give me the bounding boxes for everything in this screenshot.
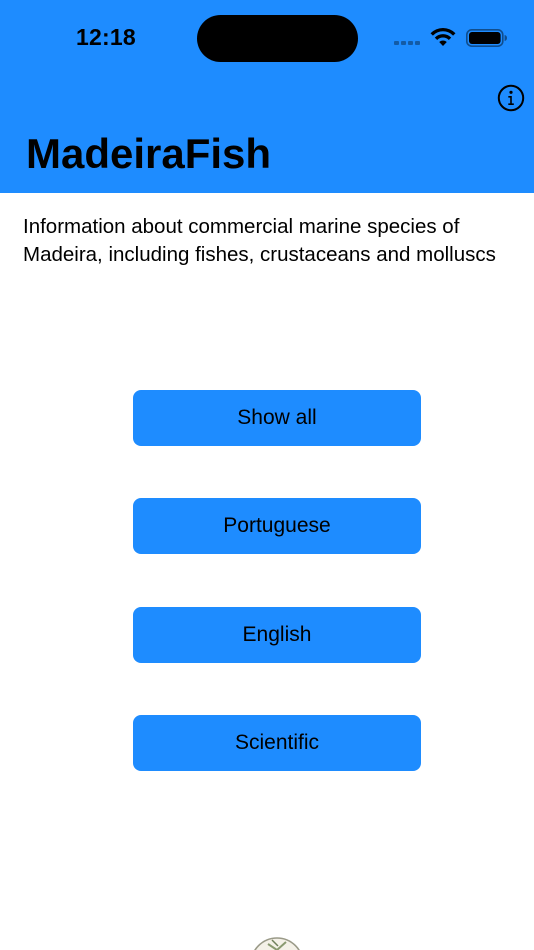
english-button[interactable]: English (133, 607, 421, 663)
scientific-button[interactable]: Scientific (133, 715, 421, 771)
show-all-button[interactable]: Show all (133, 390, 421, 446)
cellular-signal-icon (394, 41, 420, 45)
battery-icon (466, 29, 507, 47)
wifi-icon (430, 27, 456, 46)
dynamic-island (197, 15, 358, 62)
app-description: Information about commercial marine spec… (23, 215, 496, 266)
status-bar-time: 12:18 (76, 24, 136, 50)
page-title: MadeiraFish (26, 130, 272, 177)
info-circle-icon[interactable] (497, 84, 525, 112)
institution-logo (254, 937, 300, 950)
navigation-header: 12:18 MadeiraFish (0, 0, 534, 193)
portuguese-button[interactable]: Portuguese (133, 498, 421, 554)
